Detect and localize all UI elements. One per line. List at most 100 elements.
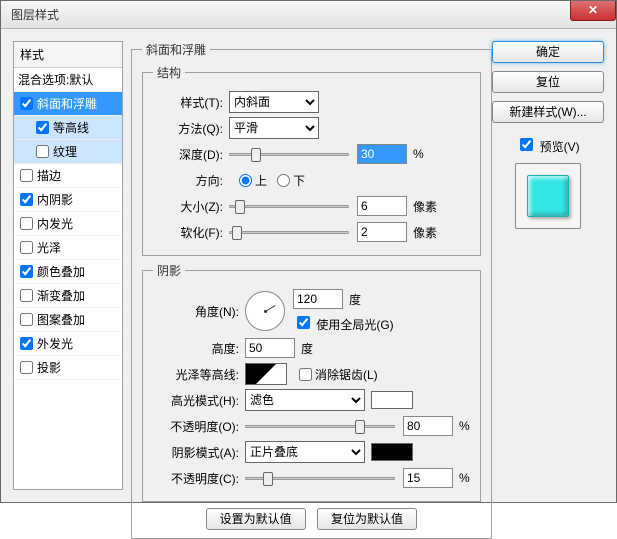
soften-unit: 像素 [413, 224, 437, 241]
shadow-mode-select[interactable]: 正片叠底 [245, 441, 365, 463]
style-label-5: 内发光 [37, 215, 73, 232]
style-item-8[interactable]: 渐变叠加 [14, 284, 122, 308]
style-label-4: 内阴影 [37, 191, 73, 208]
style-checkbox-11[interactable] [20, 361, 33, 374]
style-label-2: 纹理 [53, 143, 77, 160]
size-unit: 像素 [413, 198, 437, 215]
main-panel: 斜面和浮雕 结构 样式(T): 内斜面 方法(Q): 平滑 深度(D): [131, 41, 482, 490]
highlight-mode-select[interactable]: 滤色 [245, 389, 365, 411]
style-item-0[interactable]: 斜面和浮雕 [14, 92, 122, 116]
style-checkbox-8[interactable] [20, 289, 33, 302]
highlight-opacity-slider[interactable] [245, 416, 395, 436]
size-slider[interactable] [229, 196, 349, 216]
size-label: 大小(Z): [153, 198, 223, 215]
style-label-7: 颜色叠加 [37, 263, 85, 280]
style-label-3: 描边 [37, 167, 61, 184]
angle-input[interactable] [293, 289, 343, 309]
right-panel: 确定 复位 新建样式(W)... 预览(V) [492, 41, 604, 229]
style-checkbox-10[interactable] [20, 337, 33, 350]
soften-slider[interactable] [229, 222, 349, 242]
blend-options-item[interactable]: 混合选项:默认 [14, 68, 122, 92]
antialias-label: 消除锯齿(L) [315, 366, 378, 383]
technique-select[interactable]: 平滑 [229, 117, 319, 139]
style-checkbox-4[interactable] [20, 193, 33, 206]
shadow-color-swatch[interactable] [371, 443, 413, 461]
size-input[interactable] [357, 196, 407, 216]
gloss-label: 光泽等高线: [153, 366, 239, 383]
technique-label: 方法(Q): [153, 120, 223, 137]
style-item-6[interactable]: 光泽 [14, 236, 122, 260]
style-label-0: 斜面和浮雕 [37, 95, 97, 112]
depth-label: 深度(D): [153, 146, 223, 163]
preview-label: 预览(V) [540, 140, 580, 154]
cancel-button[interactable]: 复位 [492, 71, 604, 93]
style-label-8: 渐变叠加 [37, 287, 85, 304]
global-light-checkbox[interactable] [297, 316, 310, 329]
titlebar: 图层样式 ✕ [1, 1, 616, 29]
style-checkbox-0[interactable] [20, 97, 33, 110]
make-default-button[interactable]: 设置为默认值 [206, 508, 306, 530]
reset-default-button[interactable]: 复位为默认值 [317, 508, 417, 530]
direction-down-label: 下 [293, 172, 305, 189]
bevel-group: 斜面和浮雕 结构 样式(T): 内斜面 方法(Q): 平滑 深度(D): [131, 41, 492, 539]
style-checkbox-9[interactable] [20, 313, 33, 326]
angle-label: 角度(N): [153, 303, 239, 320]
direction-up-label: 上 [255, 172, 267, 189]
style-item-10[interactable]: 外发光 [14, 332, 122, 356]
styles-header: 样式 [14, 42, 122, 68]
shadow-opacity-input[interactable] [403, 468, 453, 488]
highlight-color-swatch[interactable] [371, 391, 413, 409]
direction-label: 方向: [153, 172, 223, 189]
style-label-6: 光泽 [37, 239, 61, 256]
shadow-opacity-slider[interactable] [245, 468, 395, 488]
highlight-opacity-input[interactable] [403, 416, 453, 436]
highlight-mode-label: 高光模式(H): [153, 392, 239, 409]
style-item-3[interactable]: 描边 [14, 164, 122, 188]
style-item-2[interactable]: 纹理 [14, 140, 122, 164]
style-label-1: 等高线 [53, 119, 89, 136]
highlight-opacity-unit: % [459, 419, 470, 433]
antialias-checkbox[interactable] [299, 368, 312, 381]
altitude-input[interactable] [245, 338, 295, 358]
style-checkbox-1[interactable] [36, 121, 49, 134]
gloss-contour-picker[interactable] [245, 363, 287, 385]
style-checkbox-3[interactable] [20, 169, 33, 182]
window-title: 图层样式 [1, 6, 59, 23]
angle-dial[interactable] [245, 291, 285, 331]
style-item-1[interactable]: 等高线 [14, 116, 122, 140]
style-checkbox-7[interactable] [20, 265, 33, 278]
direction-down-radio[interactable] [277, 174, 290, 187]
shadow-mode-label: 阴影模式(A): [153, 444, 239, 461]
direction-up-radio[interactable] [239, 174, 252, 187]
altitude-label: 高度: [153, 340, 239, 357]
highlight-opacity-label: 不透明度(O): [153, 418, 239, 435]
preview-swatch [527, 175, 569, 217]
depth-unit: % [413, 147, 424, 161]
style-item-9[interactable]: 图案叠加 [14, 308, 122, 332]
styles-list: 样式 混合选项:默认 斜面和浮雕等高线纹理描边内阴影内发光光泽颜色叠加渐变叠加图… [13, 41, 123, 490]
bevel-legend: 斜面和浮雕 [142, 41, 210, 58]
dialog-content: 样式 混合选项:默认 斜面和浮雕等高线纹理描边内阴影内发光光泽颜色叠加渐变叠加图… [1, 29, 616, 502]
style-checkbox-2[interactable] [36, 145, 49, 158]
close-button[interactable]: ✕ [570, 1, 616, 21]
preview-checkbox[interactable] [520, 138, 533, 151]
style-item-7[interactable]: 颜色叠加 [14, 260, 122, 284]
depth-input[interactable] [357, 144, 407, 164]
style-label-11: 投影 [37, 359, 61, 376]
style-item-5[interactable]: 内发光 [14, 212, 122, 236]
soften-input[interactable] [357, 222, 407, 242]
shadow-opacity-unit: % [459, 471, 470, 485]
style-select[interactable]: 内斜面 [229, 91, 319, 113]
style-item-11[interactable]: 投影 [14, 356, 122, 380]
depth-slider[interactable] [229, 144, 349, 164]
global-light-label: 使用全局光(G) [316, 318, 393, 332]
structure-group: 结构 样式(T): 内斜面 方法(Q): 平滑 深度(D): % [142, 64, 481, 256]
preview-box [515, 163, 581, 229]
blend-options-label: 混合选项:默认 [18, 71, 93, 88]
style-label: 样式(T): [153, 94, 223, 111]
ok-button[interactable]: 确定 [492, 41, 604, 63]
style-item-4[interactable]: 内阴影 [14, 188, 122, 212]
style-checkbox-5[interactable] [20, 217, 33, 230]
style-checkbox-6[interactable] [20, 241, 33, 254]
new-style-button[interactable]: 新建样式(W)... [492, 101, 604, 123]
